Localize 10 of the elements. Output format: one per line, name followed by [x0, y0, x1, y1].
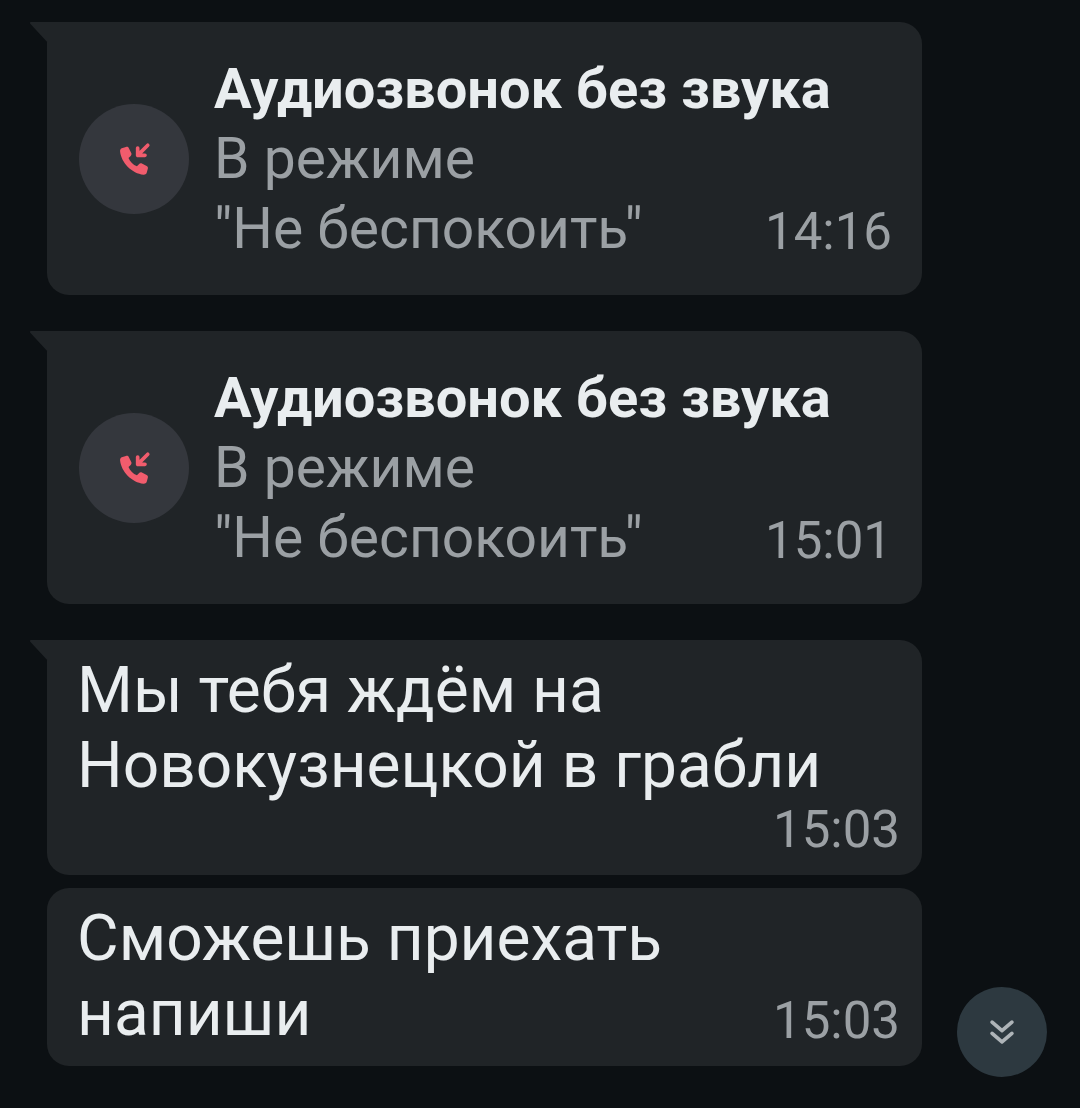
- call-title: Аудиозвонок без звука: [214, 364, 832, 434]
- message-time: 15:03: [773, 803, 900, 861]
- message-time: 15:03: [773, 994, 900, 1052]
- message-time: 14:16: [765, 206, 892, 264]
- call-status: В режиме "Не беспокоить": [214, 124, 643, 264]
- message-text: Мы тебя ждём на Новокузнецкой в грабли: [77, 654, 822, 804]
- call-status: В режиме "Не беспокоить": [214, 433, 643, 573]
- message-text: Сможешь приехать напиши: [77, 901, 663, 1052]
- call-title: Аудиозвонок без звука: [214, 55, 832, 124]
- message-time: 15:01: [765, 515, 892, 573]
